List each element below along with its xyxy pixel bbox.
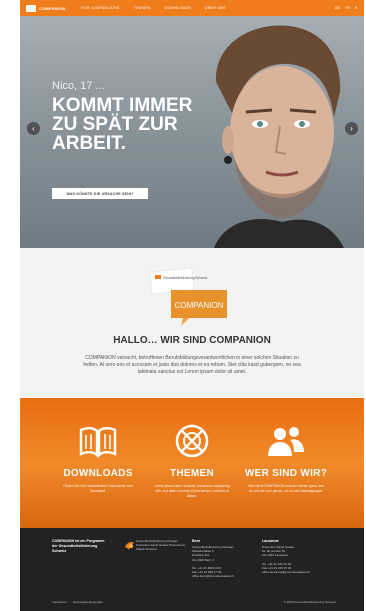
nav-item-themen[interactable]: THEMEN — [134, 6, 151, 10]
footer-address-bern: Bern Gesundheitsförderung Schweiz Wankdo… — [192, 539, 258, 578]
nav-item-downloads[interactable]: DOWNLOADS — [165, 6, 191, 10]
feature-text-wer-sind-wir: Wer steht COMPANION und wer stehen ganz,… — [248, 484, 324, 493]
hero-kicker: Nico, 17 ... — [52, 80, 105, 92]
about-section: Gesundheitsförderung Schweiz COMPANION H… — [20, 248, 364, 398]
about-title: HALLO… WIR SIND COMPANION — [113, 335, 271, 346]
footer-link-impressum[interactable]: Impressum — [52, 600, 67, 604]
hero-headline: KOMMT IMMER ZU SPÄT ZUR ARBEIT. — [52, 95, 193, 154]
hero-cta-label: WAS KÖNNTE DIE URSACHE SEIN? — [66, 191, 134, 196]
feature-title-downloads: DOWNLOADS — [63, 468, 133, 479]
partner-logo-text: Gesundheitsförderung Schweiz Promotion S… — [136, 539, 186, 552]
hero-cta-button[interactable]: WAS KÖNNTE DIE URSACHE SEIN? — [52, 188, 148, 199]
logo-mark-icon — [26, 4, 36, 12]
partner-logo-icon — [125, 542, 134, 550]
feature-downloads[interactable]: DOWNLOADS Finden Sie hier verschiedene D… — [46, 424, 150, 494]
feature-text-downloads: Finden Sie hier verschiedene Dokumente z… — [63, 484, 133, 493]
footer-bern-title: Bern — [192, 539, 201, 543]
footer-address-lausanne: Lausanne Promotion Santé Suisse Av. de l… — [262, 539, 328, 574]
chevron-left-icon[interactable]: ‹ — [27, 122, 40, 135]
feature-title-wer-sind-wir: WER SIND WIR? — [244, 468, 328, 479]
footer-copyright: © 2015 Gesundheitsförderung Schweiz — [283, 600, 336, 604]
nav-item-jugendliche[interactable]: FÜR JUGENDLICHE — [81, 6, 119, 10]
about-body-text: COMPANION versucht, betroffenen Berufsbi… — [83, 355, 301, 376]
logo-text: COMPANION — [39, 5, 66, 11]
footer-lausanne-email[interactable]: office.lausanne@promotionsante.ch — [262, 570, 328, 574]
lang-it[interactable]: IT — [355, 6, 358, 10]
chevron-right-icon[interactable]: › — [345, 122, 358, 135]
footer-links: Impressum Nutzungsbedingungen — [52, 600, 103, 604]
lang-fr[interactable]: FR — [345, 6, 350, 10]
features-band: DOWNLOADS Finden Sie hier verschiedene D… — [20, 398, 364, 528]
footer-partner-logo[interactable]: Gesundheitsförderung Schweiz Promotion S… — [124, 538, 185, 556]
site-logo[interactable]: COMPANION — [26, 4, 66, 12]
badge-large-text: COMPANION — [175, 301, 224, 310]
footer-link-nutzung[interactable]: Nutzungsbedingungen — [73, 600, 103, 604]
lang-de[interactable]: DE — [335, 6, 340, 10]
hero-slider: Nico, 17 ... KOMMT IMMER ZU SPÄT ZUR ARB… — [20, 16, 364, 248]
feature-themen[interactable]: THEMEN Lorem ipsum dolor sit amet, conse… — [140, 424, 244, 499]
feature-wer-sind-wir[interactable]: WER SIND WIR? Wer steht COMPANION und we… — [234, 424, 338, 494]
nav-item-ueber-uns[interactable]: ÜBER UNS — [205, 6, 226, 10]
feature-text-themen: Lorem ipsum dolor sit amet, consetetur s… — [154, 484, 230, 498]
footer-program-text: COMPANION ist ein Programm der Gesundhei… — [52, 539, 105, 553]
badge-small-text: Gesundheitsförderung Schweiz — [163, 276, 208, 280]
feature-title-themen: THEMEN — [169, 468, 215, 479]
language-switcher: DE FR IT — [335, 6, 358, 10]
people-icon — [268, 427, 304, 456]
top-navigation: COMPANION FÜR JUGENDLICHE THEMEN DOWNLOA… — [20, 0, 364, 16]
page: COMPANION FÜR JUGENDLICHE THEMEN DOWNLOA… — [20, 0, 364, 611]
footer-lausanne-title: Lausanne — [262, 539, 279, 543]
footer-bern-email[interactable]: office.bern@promotionsante.ch — [192, 574, 258, 578]
site-footer: COMPANION ist ein Programm der Gesundhei… — [20, 528, 364, 611]
book-icon — [79, 427, 117, 458]
companion-badge-logo: Gesundheitsförderung Schweiz COMPANION — [149, 267, 227, 326]
themes-icon — [175, 424, 209, 458]
